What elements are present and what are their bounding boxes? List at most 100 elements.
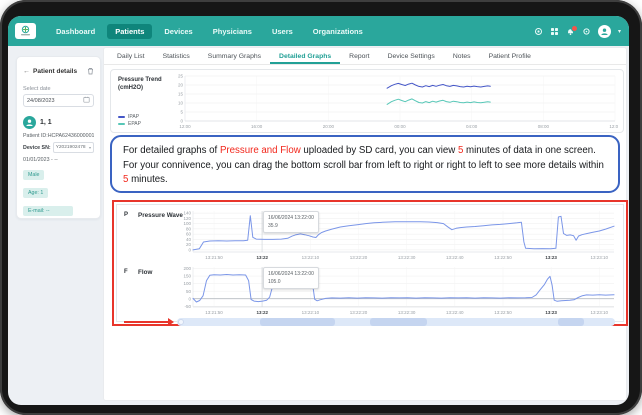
- tab-patient-profile[interactable]: Patient Profile: [480, 48, 540, 64]
- flow-title: Flow: [138, 269, 152, 276]
- settings-gear-icon[interactable]: [534, 27, 543, 36]
- patient-details-title: Patient details: [33, 68, 84, 75]
- svg-text:13:21:50: 13:21:50: [205, 310, 223, 315]
- help-icon[interactable]: [582, 27, 591, 36]
- svg-text:25: 25: [178, 74, 184, 79]
- patient-id: Patient ID:HCPA62436000001: [23, 133, 94, 139]
- red-arrow-annotation: [124, 320, 174, 324]
- nav-menu: Dashboard Patients Devices Physicians Us…: [48, 24, 371, 39]
- svg-text:5: 5: [180, 110, 183, 115]
- annotation-callout: For detailed graphs of Pressure and Flow…: [110, 135, 620, 193]
- detailed-graphs-panel: P Pressure Wave 02040608010012014013:21:…: [116, 204, 624, 322]
- patient-avatar: [23, 116, 36, 129]
- svg-text:0: 0: [188, 296, 191, 301]
- svg-text:50: 50: [186, 289, 192, 294]
- tab-notes[interactable]: Notes: [444, 48, 480, 64]
- tab-summary-graphs[interactable]: Summary Graphs: [199, 48, 270, 64]
- scrollbar-left-cap[interactable]: [178, 319, 184, 325]
- device-sn-value: Y2021902478: [56, 145, 86, 150]
- svg-text:13:23: 13:23: [545, 310, 557, 315]
- nav-item-devices[interactable]: Devices: [156, 24, 200, 39]
- tablet-mockup: Dashboard Patients Devices Physicians Us…: [0, 0, 642, 415]
- svg-text:13:22:30: 13:22:30: [398, 255, 416, 260]
- apps-grid-icon[interactable]: [550, 27, 559, 36]
- svg-text:13:22:10: 13:22:10: [302, 255, 320, 260]
- date-value: 24/08/2023: [27, 98, 55, 104]
- flow-axis-letter: F: [124, 269, 128, 275]
- flow-tooltip: 16/06/2024 13:22:00 105.0: [263, 267, 319, 289]
- tab-bar: Daily List Statistics Summary Graphs Det…: [104, 48, 626, 65]
- notification-badge: [571, 25, 578, 32]
- pressure-wave-tooltip: 16/06/2024 13:22:00 35.9: [263, 211, 319, 233]
- top-navbar: Dashboard Patients Devices Physicians Us…: [8, 16, 629, 46]
- svg-text:20: 20: [186, 242, 192, 247]
- svg-text:140: 140: [183, 211, 191, 216]
- tab-statistics[interactable]: Statistics: [154, 48, 199, 64]
- tab-report[interactable]: Report: [340, 48, 378, 64]
- flow-chart[interactable]: -5005010015020013:21:5013:2213:22:1013:2…: [175, 264, 617, 316]
- back-arrow-icon[interactable]: ←: [23, 68, 30, 75]
- device-sn-select[interactable]: Y2021902478 ▾: [53, 142, 94, 153]
- nav-item-users[interactable]: Users: [264, 24, 301, 39]
- svg-text:40: 40: [186, 237, 192, 242]
- horizontal-scrollbar[interactable]: [177, 318, 615, 326]
- svg-text:13:22:20: 13:22:20: [350, 255, 368, 260]
- nav-item-physicians[interactable]: Physicians: [205, 24, 260, 39]
- svg-text:13:22: 13:22: [256, 255, 268, 260]
- pressure-trend-legend: IPAP EPAP: [118, 113, 141, 127]
- select-date-label: Select date: [23, 86, 94, 92]
- notifications-bell-icon[interactable]: [566, 27, 575, 36]
- svg-text:13:21:50: 13:21:50: [205, 255, 223, 260]
- patient-details-panel: ← Patient details Select date 24/08/2023: [16, 56, 101, 219]
- ipap-legend-swatch: [118, 116, 125, 118]
- svg-text:00:00: 00:00: [394, 124, 406, 129]
- svg-text:13:22: 13:22: [256, 310, 268, 315]
- delete-patient-icon[interactable]: [87, 62, 94, 80]
- nav-item-organizations[interactable]: Organizations: [305, 24, 371, 39]
- detailed-graphs-highlight-box: P Pressure Wave 02040608010012014013:21:…: [112, 200, 628, 326]
- pressure-axis-letter: P: [124, 212, 128, 218]
- svg-text:15: 15: [178, 92, 184, 97]
- date-picker-input[interactable]: 24/08/2023: [23, 94, 94, 107]
- svg-text:0: 0: [180, 119, 183, 124]
- user-avatar[interactable]: [598, 25, 611, 38]
- svg-text:80: 80: [186, 226, 192, 231]
- gender-badge: Male: [23, 170, 44, 180]
- calendar-icon[interactable]: [83, 96, 90, 105]
- svg-text:150: 150: [183, 274, 191, 279]
- nav-right-icons: ▾: [534, 16, 621, 46]
- svg-text:13:22:40: 13:22:40: [446, 310, 464, 315]
- svg-text:10: 10: [178, 101, 184, 106]
- svg-text:13:22:40: 13:22:40: [446, 255, 464, 260]
- svg-text:08:00: 08:00: [538, 124, 550, 129]
- email-badge: E-mail: --: [23, 206, 73, 216]
- svg-text:100: 100: [183, 221, 191, 226]
- scrollbar-thumb-band[interactable]: [558, 318, 584, 326]
- scrollbar-thumb-band[interactable]: [370, 318, 427, 326]
- pressure-wave-chart[interactable]: 02040608010012014013:21:5013:2213:22:101…: [175, 208, 617, 261]
- pressure-trend-title: Pressure Trend (cmH2O): [118, 76, 162, 93]
- epap-legend-swatch: [118, 123, 125, 125]
- tab-device-settings[interactable]: Device Settings: [379, 48, 444, 64]
- svg-text:04:00: 04:00: [466, 124, 478, 129]
- chevron-down-icon: ▾: [89, 145, 91, 150]
- svg-text:12:00: 12:00: [609, 124, 618, 129]
- tab-daily-list[interactable]: Daily List: [108, 48, 154, 64]
- pressure-trend-chart[interactable]: 051015202512:0016:0020:0000:0004:0008:00…: [167, 73, 618, 130]
- svg-text:60: 60: [186, 232, 192, 237]
- svg-text:100: 100: [183, 281, 191, 286]
- nav-item-patients[interactable]: Patients: [107, 24, 152, 39]
- ipap-legend-label: IPAP: [128, 114, 139, 120]
- svg-text:120: 120: [183, 216, 191, 221]
- svg-text:13:22:50: 13:22:50: [494, 310, 512, 315]
- app-logo[interactable]: [15, 23, 36, 39]
- svg-text:13:22:10: 13:22:10: [302, 310, 320, 315]
- user-menu-caret-icon[interactable]: ▾: [618, 28, 621, 35]
- age-badge: Age: 1: [23, 188, 48, 198]
- svg-text:13:22:30: 13:22:30: [398, 310, 416, 315]
- svg-text:13:22:20: 13:22:20: [350, 310, 368, 315]
- svg-text:200: 200: [183, 266, 191, 271]
- nav-item-dashboard[interactable]: Dashboard: [48, 24, 103, 39]
- tab-detailed-graphs[interactable]: Detailed Graphs: [270, 48, 340, 64]
- scrollbar-thumb-band[interactable]: [260, 318, 334, 326]
